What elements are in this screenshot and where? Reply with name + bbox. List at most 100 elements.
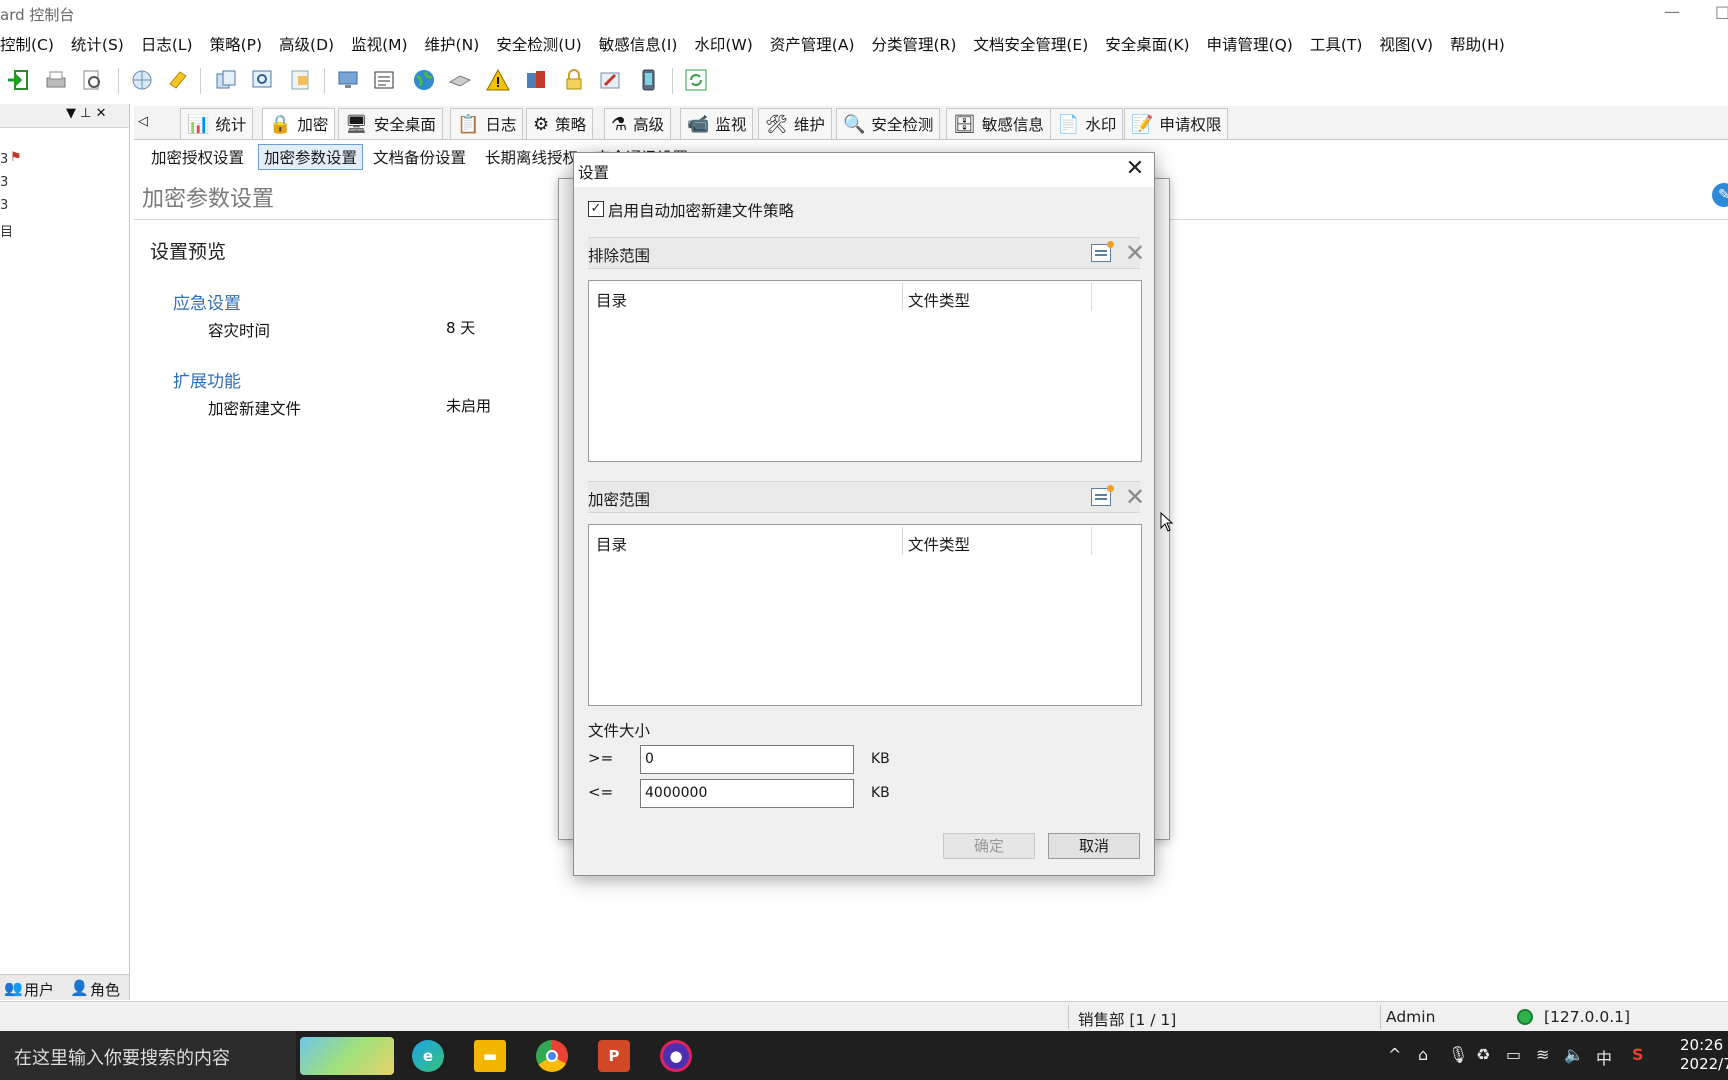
tab-monitor[interactable]: 📹 监视	[680, 108, 754, 139]
min-size-input[interactable]: 0	[640, 745, 854, 774]
screen-recorder-icon[interactable]: ●	[660, 1040, 692, 1072]
tray-app-icon[interactable]: ♻	[1476, 1045, 1490, 1064]
subtab-encryption-authorization[interactable]: 加密授权设置	[146, 144, 249, 170]
delete-exclude-icon[interactable]: ✕	[1125, 239, 1145, 267]
tab-watermark[interactable]: 📄 水印	[1050, 108, 1124, 139]
menu-monitor[interactable]: 监视(M)	[351, 33, 407, 55]
tab-secure-desktop[interactable]: 🖥 安全桌面	[338, 108, 443, 139]
menu-control[interactable]: 控制(C)	[0, 33, 54, 55]
monitor-icon: 📹	[687, 113, 710, 135]
clock[interactable]: 20:26 2022/7	[1680, 1036, 1728, 1074]
menu-help[interactable]: 帮助(H)	[1450, 33, 1505, 55]
note-icon[interactable]	[164, 66, 192, 94]
search-highlight-image[interactable]	[300, 1037, 394, 1075]
print-preview-icon[interactable]	[78, 66, 106, 94]
battery-icon[interactable]: ▭	[1506, 1045, 1521, 1064]
mobile-icon[interactable]	[634, 66, 662, 94]
clock-date: 2022/7	[1680, 1055, 1728, 1073]
menu-advanced[interactable]: 高级(D)	[279, 33, 334, 55]
add-exclude-icon[interactable]	[1091, 241, 1114, 262]
tab-maintenance[interactable]: 🛠 维护	[758, 108, 832, 139]
menu-maintenance[interactable]: 维护(N)	[425, 33, 480, 55]
lock-icon[interactable]	[560, 66, 588, 94]
edit-icon[interactable]	[596, 66, 624, 94]
maximize-button[interactable]: □	[1715, 2, 1728, 21]
minimize-button[interactable]: —	[1664, 2, 1680, 21]
menu-asset-management[interactable]: 资产管理(A)	[770, 33, 855, 55]
tab-sensitive-info[interactable]: 🗄 敏感信息	[946, 108, 1051, 139]
tab-policy[interactable]: ⚙ 策略	[526, 108, 594, 139]
column-header-file-type[interactable]: 文件类型	[908, 533, 970, 555]
log-icon[interactable]	[370, 66, 398, 94]
tab-roles[interactable]: 角色	[90, 979, 120, 1000]
print-icon[interactable]	[42, 66, 70, 94]
auto-encrypt-checkbox[interactable]: ✓	[588, 201, 604, 217]
column-header-directory[interactable]: 目录	[596, 289, 627, 311]
menu-statistics[interactable]: 统计(S)	[71, 33, 124, 55]
tab-request-permission[interactable]: 📝 申请权限	[1124, 108, 1229, 139]
login-icon[interactable]	[4, 66, 32, 94]
copy-icon[interactable]	[212, 66, 240, 94]
max-size-input[interactable]: 4000000	[640, 779, 854, 808]
input-method-indicator[interactable]: 中	[1596, 1045, 1612, 1069]
menu-view[interactable]: 视图(V)	[1379, 33, 1433, 55]
refresh-icon[interactable]	[682, 66, 710, 94]
tab-advanced[interactable]: ⚗ 高级	[604, 108, 672, 139]
file-explorer-icon[interactable]: ▬	[474, 1040, 506, 1072]
delete-encrypt-icon[interactable]: ✕	[1125, 483, 1145, 511]
tab-users[interactable]: 用户	[24, 979, 54, 1000]
menu-watermark[interactable]: 水印(W)	[694, 33, 752, 55]
tray-meet-icon[interactable]: ⌂	[1418, 1045, 1428, 1064]
close-icon[interactable]: ✕	[1122, 157, 1148, 183]
tree-item[interactable]: 3	[0, 175, 8, 190]
encrypt-range-list[interactable]: 目录 文件类型	[588, 524, 1142, 706]
menu-security-check[interactable]: 安全检测(U)	[496, 33, 581, 55]
subtab-long-offline-authorization[interactable]: 长期离线授权	[480, 144, 583, 170]
tab-scroll-left-icon[interactable]: ◁	[138, 114, 148, 129]
computer-icon[interactable]	[334, 66, 362, 94]
menu-secure-desktop[interactable]: 安全桌面(K)	[1105, 33, 1189, 55]
wifi-icon[interactable]: ≋	[1536, 1045, 1549, 1064]
exclude-range-list[interactable]: 目录 文件类型	[588, 280, 1142, 462]
tray-expand-icon[interactable]: ^	[1388, 1045, 1401, 1064]
sogou-icon[interactable]: S	[1632, 1045, 1644, 1064]
ok-button[interactable]: 确定	[943, 833, 1035, 859]
panel-pin-controls[interactable]: ▼ ⊥ ✕	[66, 106, 106, 121]
menu-sensitive-info[interactable]: 敏感信息(I)	[599, 33, 678, 55]
disk-icon[interactable]	[446, 66, 474, 94]
column-header-file-type[interactable]: 文件类型	[908, 289, 970, 311]
tab-log[interactable]: 📋 日志	[450, 108, 524, 139]
auto-encrypt-label[interactable]: 启用自动加密新建文件策略	[608, 199, 794, 221]
tree-item[interactable]: 目	[0, 221, 13, 240]
edge-icon[interactable]: e	[412, 1040, 444, 1072]
subtab-encryption-parameters[interactable]: 加密参数设置	[258, 144, 364, 170]
warning-icon[interactable]	[484, 66, 512, 94]
search-window-icon[interactable]	[248, 66, 276, 94]
add-encrypt-icon[interactable]	[1091, 485, 1114, 506]
column-header-directory[interactable]: 目录	[596, 533, 627, 555]
lock-icon: 🔒	[269, 113, 292, 135]
edit-settings-icon[interactable]: ✎	[1712, 183, 1728, 207]
policy-icon[interactable]	[522, 66, 550, 94]
chrome-icon[interactable]	[536, 1040, 568, 1072]
globe-icon[interactable]	[410, 66, 438, 94]
tab-security-check[interactable]: 🔍 安全检测	[836, 108, 941, 139]
report-icon[interactable]	[286, 66, 314, 94]
subtab-document-backup[interactable]: 文档备份设置	[368, 144, 471, 170]
menu-classification[interactable]: 分类管理(R)	[872, 33, 957, 55]
cancel-button[interactable]: 取消	[1048, 833, 1140, 859]
volume-icon[interactable]: 🔈	[1564, 1045, 1584, 1064]
taskbar-search[interactable]: 在这里输入你要搜索的内容	[0, 1031, 296, 1080]
tree-item[interactable]: 3	[0, 198, 8, 213]
network-icon[interactable]	[128, 66, 156, 94]
tab-encryption[interactable]: 🔒 加密	[262, 108, 336, 139]
menu-request-management[interactable]: 申请管理(Q)	[1207, 33, 1293, 55]
microphone-icon[interactable]: 🎙	[1448, 1045, 1468, 1064]
tree-item[interactable]: 3	[0, 152, 8, 167]
menu-log[interactable]: 日志(L)	[141, 33, 193, 55]
menu-document-security[interactable]: 文档安全管理(E)	[973, 33, 1088, 55]
powerpoint-icon[interactable]: P	[598, 1040, 630, 1072]
menu-policy[interactable]: 策略(P)	[210, 33, 262, 55]
tab-statistics[interactable]: 📊 统计	[180, 108, 254, 139]
menu-tools[interactable]: 工具(T)	[1310, 33, 1363, 55]
